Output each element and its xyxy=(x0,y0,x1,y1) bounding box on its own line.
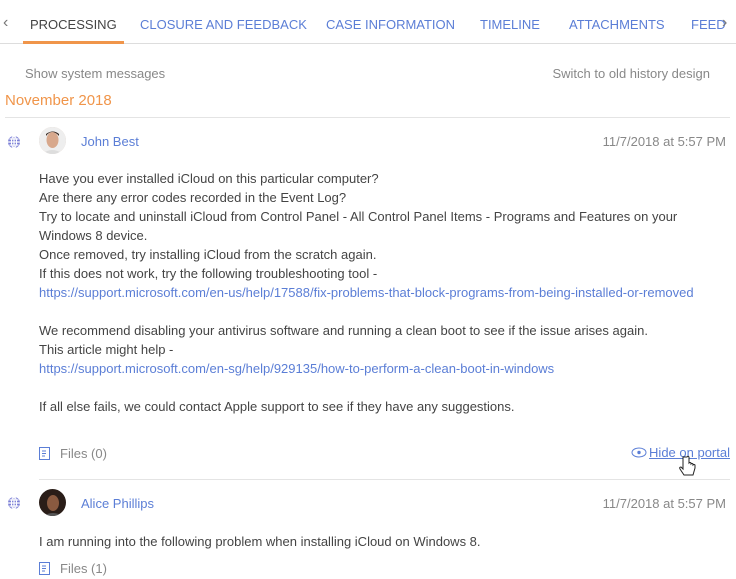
file-icon xyxy=(39,447,50,460)
text-line: We recommend disabling your antivirus so… xyxy=(39,323,648,338)
files-label: Files (1) xyxy=(60,561,107,576)
files-label: Files (0) xyxy=(60,446,107,461)
text-line: Try to locate and uninstall iCloud from … xyxy=(39,209,678,243)
author-link[interactable]: Alice Phillips xyxy=(81,496,154,511)
tab-feed[interactable]: FEED xyxy=(691,17,726,32)
hand-cursor-icon xyxy=(679,455,696,476)
files-button[interactable]: Files (1) xyxy=(39,561,107,576)
show-system-messages-toggle[interactable]: Show system messages xyxy=(25,66,165,81)
month-header: November 2018 xyxy=(5,92,112,109)
eye-icon xyxy=(631,447,647,458)
switch-history-design-link[interactable]: Switch to old history design xyxy=(552,66,710,81)
chevron-left-icon[interactable]: ‹ xyxy=(3,14,8,32)
tab-processing[interactable]: PROCESSING xyxy=(23,17,124,44)
files-button[interactable]: Files (0) xyxy=(39,446,107,461)
chevron-right-icon[interactable]: › xyxy=(722,14,727,32)
tab-attachments[interactable]: ATTACHMENTS xyxy=(569,17,665,32)
avatar xyxy=(39,127,66,154)
text-line: Have you ever installed iCloud on this p… xyxy=(39,171,379,186)
message-body: Have you ever installed iCloud on this p… xyxy=(39,169,729,416)
message-date: 11/7/2018 at 5:57 PM xyxy=(602,134,726,149)
text-line: This article might help - xyxy=(39,342,174,357)
author-link[interactable]: John Best xyxy=(81,134,139,149)
tab-case-information[interactable]: CASE INFORMATION xyxy=(326,17,455,32)
divider xyxy=(39,479,730,480)
message-body: I am running into the following problem … xyxy=(39,534,481,549)
message-date: 11/7/2018 at 5:57 PM xyxy=(602,496,726,511)
divider xyxy=(5,117,730,118)
text-line: If this does not work, try the following… xyxy=(39,266,378,281)
tab-bar: ‹ PROCESSING CLOSURE AND FEEDBACK CASE I… xyxy=(0,0,736,44)
text-line: Are there any error codes recorded in th… xyxy=(39,190,347,205)
globe-icon xyxy=(8,135,20,149)
tab-timeline[interactable]: TIMELINE xyxy=(480,17,540,32)
text-line: Once removed, try installing iCloud from… xyxy=(39,247,377,262)
troubleshooting-link[interactable]: https://support.microsoft.com/en-us/help… xyxy=(39,285,694,300)
tab-closure-feedback[interactable]: CLOSURE AND FEEDBACK xyxy=(140,17,307,32)
globe-icon xyxy=(8,496,20,510)
text-line: If all else fails, we could contact Appl… xyxy=(39,399,515,414)
avatar xyxy=(39,489,66,516)
file-icon xyxy=(39,562,50,575)
clean-boot-link[interactable]: https://support.microsoft.com/en-sg/help… xyxy=(39,361,554,376)
